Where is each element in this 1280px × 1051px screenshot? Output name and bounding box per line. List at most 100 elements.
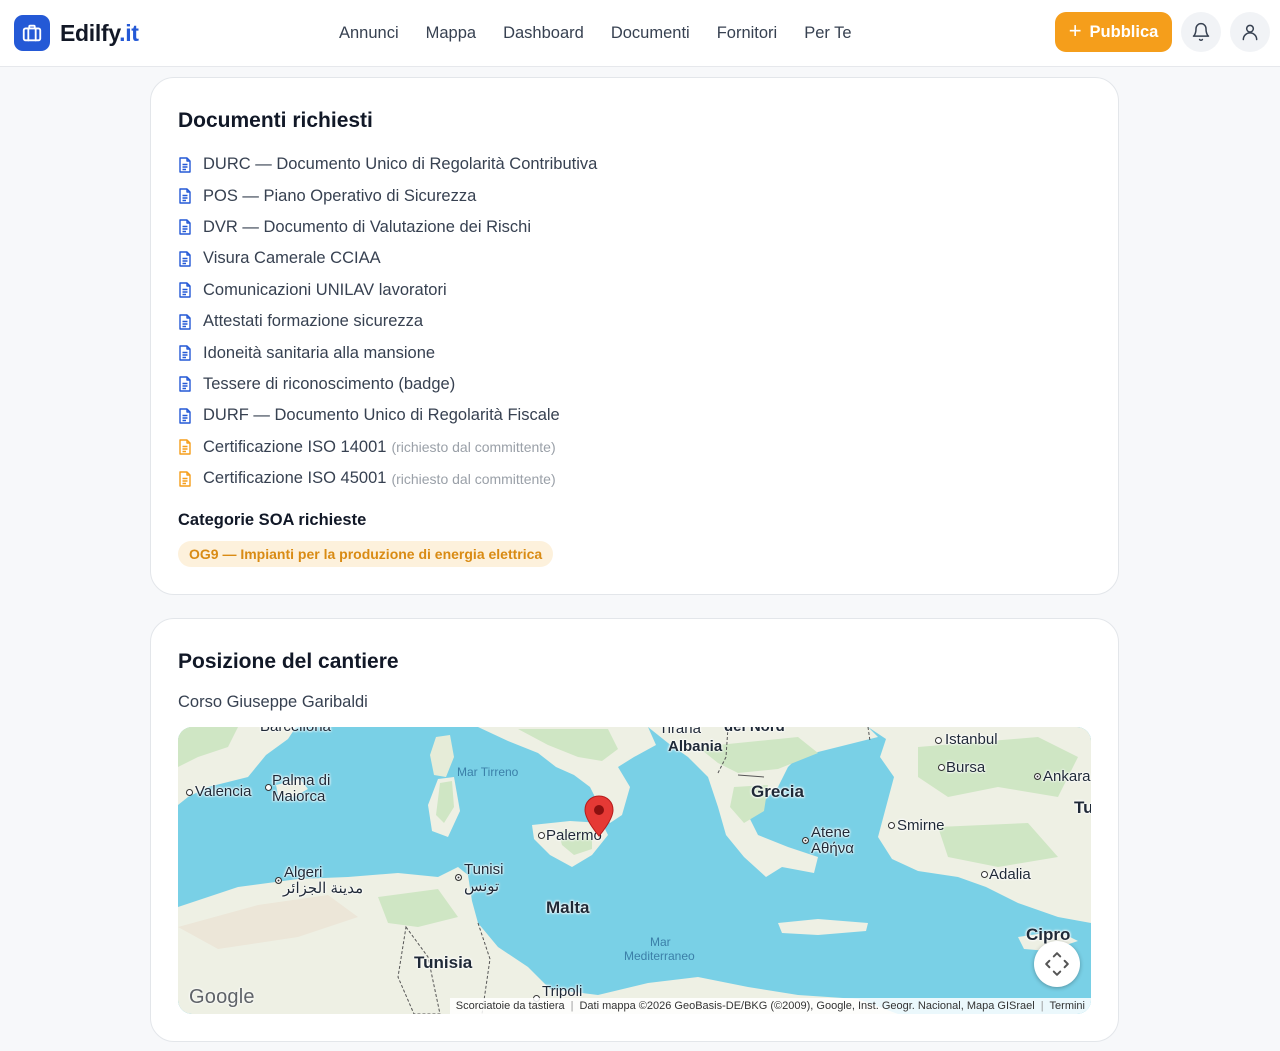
document-icon	[178, 156, 194, 173]
document-label: Attestati formazione sicurezza	[203, 312, 424, 331]
document-icon	[178, 188, 194, 204]
city-dot-smirne	[888, 822, 895, 829]
terms-link[interactable]: Termini	[1050, 1000, 1085, 1012]
map-label-nord: del Nord	[724, 727, 785, 735]
document-icon	[178, 251, 194, 267]
document-label: DURC — Documento Unico di Regolarità Con…	[203, 155, 598, 174]
map-label-mar-med-1: Mar	[650, 935, 671, 949]
publish-button[interactable]: + Pubblica	[1055, 12, 1172, 52]
briefcase-icon	[14, 15, 50, 51]
map-label-atene-greek: Αθήνα	[811, 840, 854, 857]
document-item: Visura Camerale CCIAA	[178, 243, 597, 274]
map-label-palma-2: Maiorca	[272, 788, 326, 805]
required-documents-card: Documenti richiesti DURC — Documento Uni…	[150, 77, 1119, 595]
map-label-algeri-arabic: مدينة الجزائر	[283, 880, 364, 897]
document-note: (richiesto dal committente)	[391, 439, 556, 456]
nav-mappa[interactable]: Mappa	[426, 24, 476, 43]
map-label-smirne: Smirne	[897, 817, 945, 834]
document-icon	[178, 219, 194, 236]
document-label: Visura Camerale CCIAA	[203, 249, 381, 268]
city-dot-palermo	[538, 832, 545, 839]
city-dot-ankara	[1034, 773, 1041, 780]
document-label: DVR — Documento di Valutazione dei Risch…	[203, 217, 532, 236]
document-icon	[178, 345, 194, 361]
document-item: POS — Piano Operativo di Sicurezza	[178, 180, 597, 211]
nav-fornitori[interactable]: Fornitori	[717, 24, 778, 43]
city-dot-adalia	[981, 871, 988, 878]
site-map[interactable]: Barcellona Tirana del Nord Albania Istan…	[178, 727, 1091, 1014]
document-icon	[178, 376, 194, 393]
document-icon	[178, 282, 194, 298]
document-icon	[178, 313, 194, 330]
map-label-mar-tirreno: Mar Tirreno	[457, 765, 519, 779]
map-pan-control[interactable]	[1034, 941, 1080, 987]
city-dot-valencia	[186, 789, 193, 796]
city-dot-tunisi	[455, 874, 462, 881]
documents-list: DURC — Documento Unico di Regolarità Con…	[178, 149, 597, 494]
document-item: Idoneità sanitaria alla mansione	[178, 337, 597, 368]
map-label-barcellona: Barcellona	[260, 727, 331, 735]
user-icon	[1242, 24, 1258, 41]
map-label-malta: Malta	[546, 898, 590, 917]
map-label-tirana: Tirana	[659, 727, 701, 737]
attribution-separator: |	[1040, 1000, 1044, 1012]
site-location-card: Posizione del cantiere Corso Giuseppe Ga…	[150, 618, 1119, 1042]
document-label: Comunicazioni UNILAV lavoratori	[203, 280, 447, 299]
nav-documenti[interactable]: Documenti	[611, 24, 690, 43]
bell-icon	[1192, 22, 1210, 42]
document-item: Attestati formazione sicurezza	[178, 306, 597, 337]
map-label-turchia: Tu	[1074, 798, 1091, 817]
document-item: Certificazione ISO 45001 (richiesto dal c…	[178, 463, 597, 494]
map-label-bursa: Bursa	[946, 759, 986, 776]
document-label: Certificazione ISO 45001	[203, 469, 387, 488]
map-label-tunisi-arabic: تونس	[464, 878, 500, 895]
publish-label: Pubblica	[1089, 22, 1159, 41]
documents-title: Documenti richiesti	[178, 109, 373, 132]
user-menu-button[interactable]	[1230, 12, 1270, 52]
map-label-mar-med-2: Mediterraneo	[624, 949, 695, 963]
document-label: Tessere di riconoscimento (badge)	[203, 374, 456, 393]
document-label: Certificazione ISO 14001	[203, 437, 387, 456]
map-label-tunisia: Tunisia	[414, 953, 473, 972]
document-icon	[178, 470, 194, 487]
notifications-button[interactable]	[1181, 12, 1221, 52]
city-dot-istanbul	[935, 737, 942, 744]
attribution-separator: |	[570, 1000, 574, 1012]
soa-category-badge: OG9 — Impianti per la produzione di ener…	[178, 541, 554, 567]
map-label-albania: Albania	[668, 738, 723, 755]
city-dot-algeri	[275, 877, 282, 884]
site-location-title: Posizione del cantiere	[178, 650, 399, 673]
map-label-istanbul: Istanbul	[945, 731, 998, 748]
soa-categories-title: Categorie SOA richieste	[178, 511, 367, 529]
brand-name: Edilfy.it	[60, 19, 139, 46]
nav-annunci[interactable]: Annunci	[339, 24, 399, 43]
document-item: Tessere di riconoscimento (badge)	[178, 369, 597, 400]
map-label-tunisi: Tunisi	[464, 861, 504, 878]
document-icon	[178, 408, 194, 424]
map-label-atene: Atene	[811, 824, 851, 841]
nav-per-te[interactable]: Per Te	[804, 24, 851, 43]
document-item: Comunicazioni UNILAV lavoratori	[178, 275, 597, 306]
document-icon	[178, 439, 194, 455]
document-item: DVR — Documento di Valutazione dei Risch…	[178, 212, 597, 243]
document-label: POS — Piano Operativo di Sicurezza	[203, 186, 477, 205]
document-label: DURF — Documento Unico di Regolarità Fis…	[203, 406, 560, 425]
map-data-credit: Dati mappa ©2026 GeoBasis-DE/BKG (©2009)…	[579, 1000, 1035, 1012]
location-pin-icon[interactable]	[584, 795, 614, 837]
brand-logo[interactable]: Edilfy.it	[14, 15, 139, 51]
google-logo: Google	[189, 986, 255, 1008]
top-navigation-bar: Edilfy.it Annunci Mappa Dashboard Docume…	[0, 0, 1280, 67]
map-attribution: Scorciatoie da tastiera | Dati mappa ©20…	[449, 998, 1091, 1014]
move-arrows-icon	[1045, 952, 1069, 976]
city-dot-atene	[802, 837, 809, 844]
document-label: Idoneità sanitaria alla mansione	[203, 343, 436, 362]
document-note: (richiesto dal committente)	[391, 470, 556, 487]
nav-dashboard[interactable]: Dashboard	[503, 24, 584, 43]
map-label-ankara: Ankara	[1043, 768, 1091, 785]
keyboard-shortcuts-link[interactable]: Scorciatoie da tastiera	[456, 1000, 565, 1012]
map-label-palma-1: Palma di	[272, 772, 331, 789]
main-nav: Annunci Mappa Dashboard Documenti Fornit…	[339, 0, 852, 66]
plus-icon: +	[1068, 18, 1082, 43]
city-dot-palma	[265, 784, 272, 791]
map-label-adalia: Adalia	[989, 866, 1031, 883]
